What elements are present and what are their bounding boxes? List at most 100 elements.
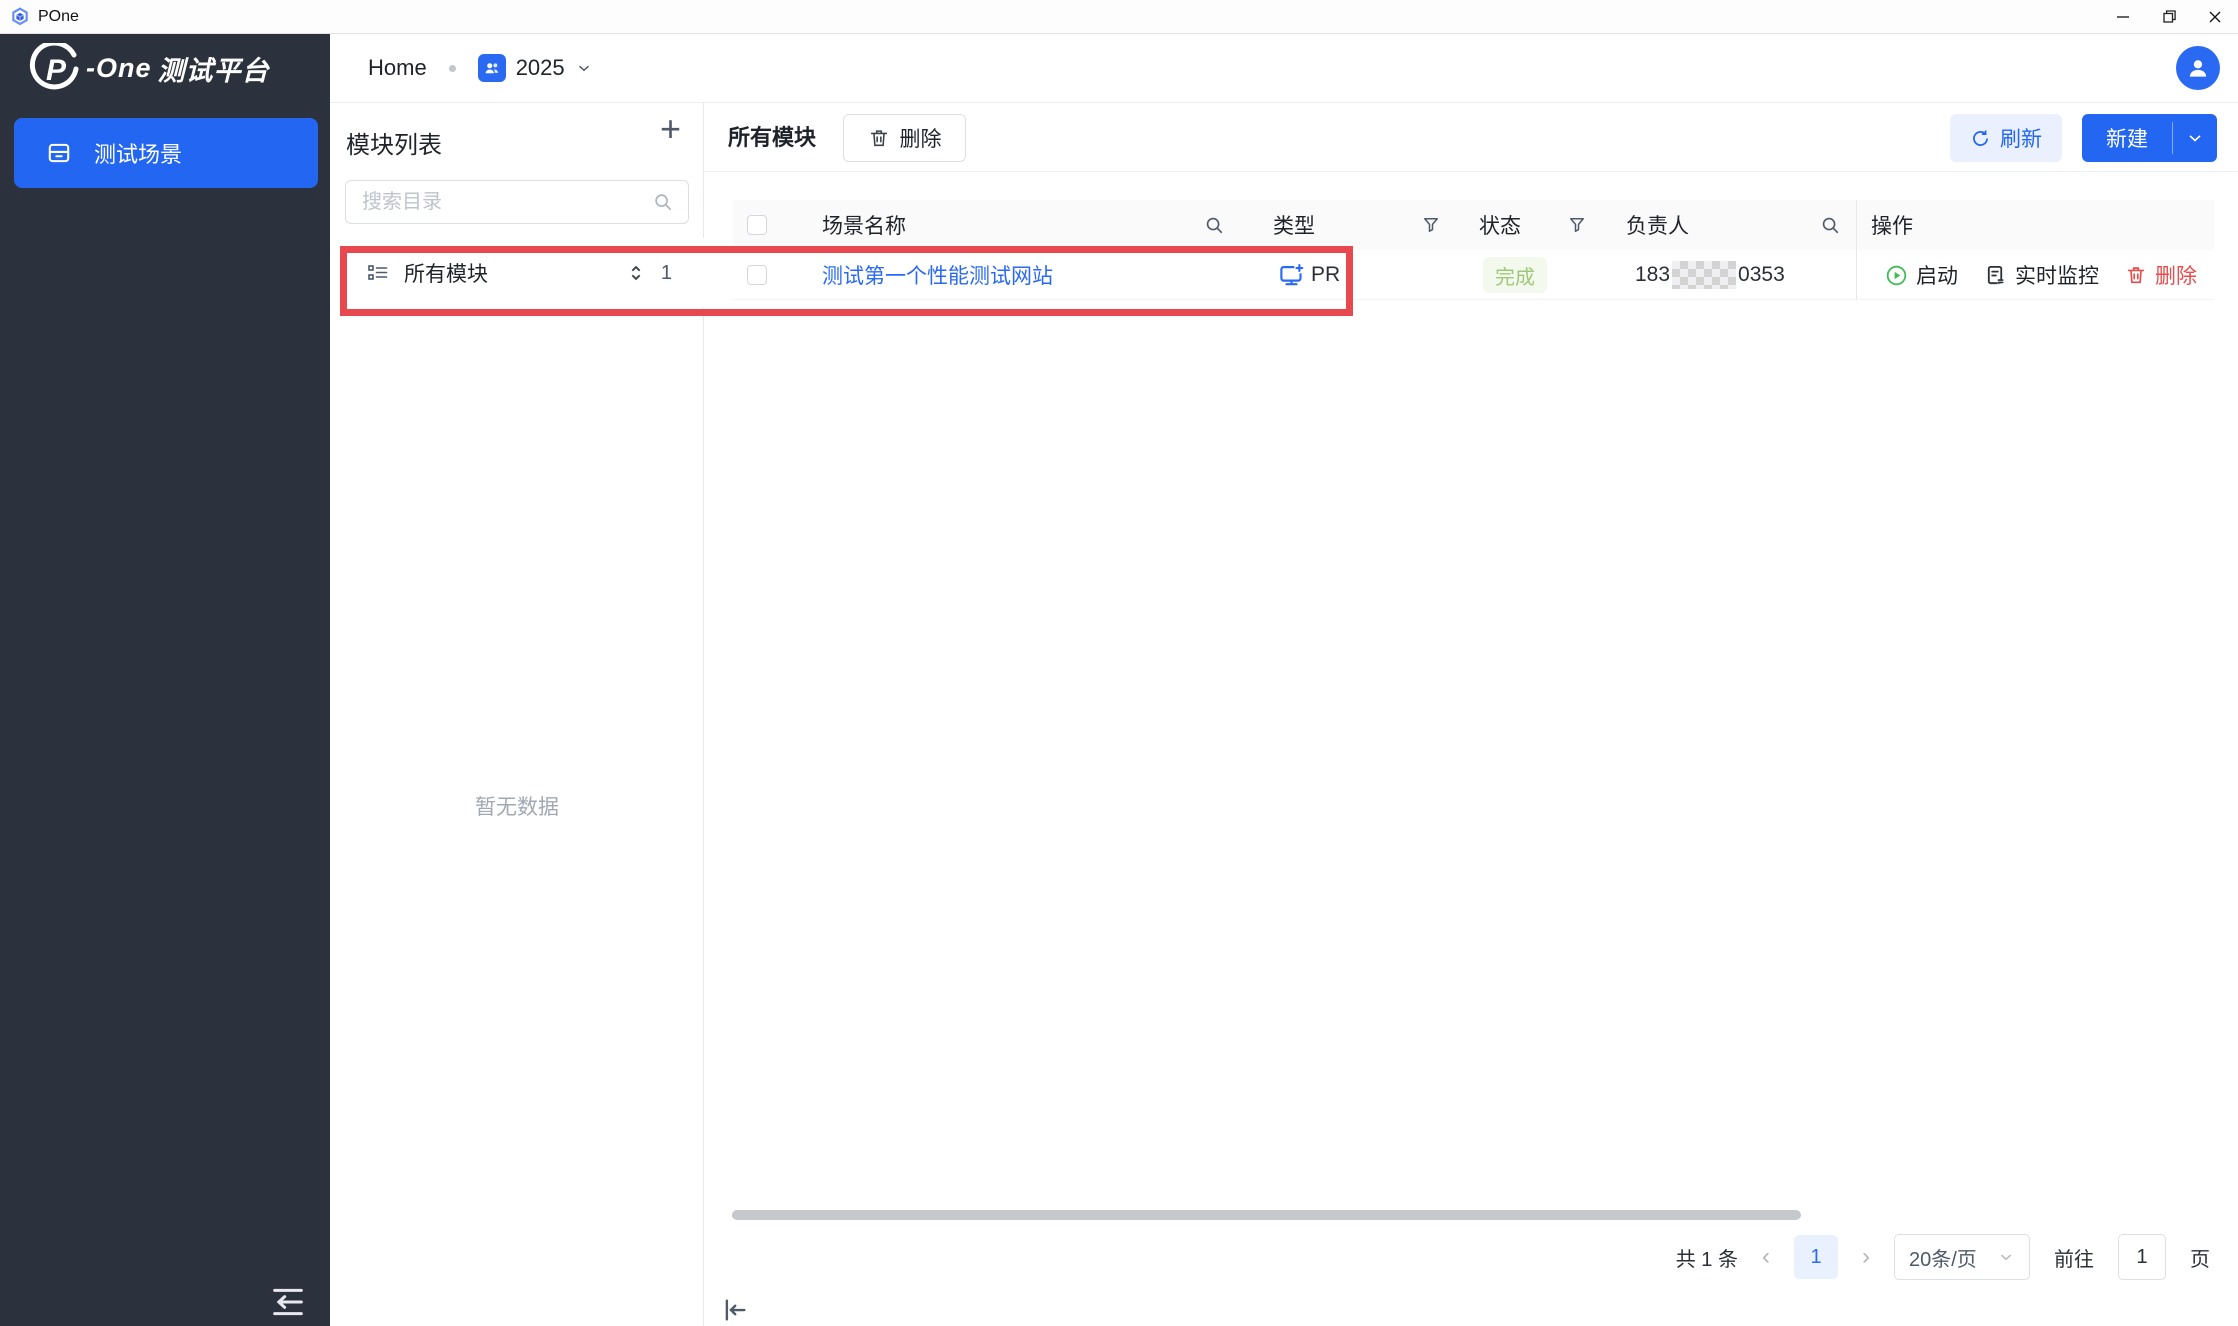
create-dropdown-button[interactable] (2173, 114, 2217, 162)
page-size-select[interactable]: 20条/页 (1894, 1234, 2030, 1280)
goto-label: 前往 (2054, 1243, 2094, 1272)
module-search-input[interactable] (362, 191, 652, 214)
goto-page-input[interactable] (2118, 1234, 2166, 1280)
sidebar-item-test-scene[interactable]: 测试场景 (14, 118, 318, 188)
app-logo-icon (10, 7, 30, 27)
column-header-name: 场景名称 (822, 200, 906, 250)
refresh-label: 刷新 (2000, 123, 2042, 153)
toolbar: 所有模块 删除 刷新 新建 (704, 103, 2238, 172)
prev-page-button[interactable]: ‹ (1762, 1245, 1770, 1269)
fixed-column-divider (1856, 200, 1857, 300)
search-icon[interactable] (652, 191, 674, 213)
restore-icon (2161, 8, 2178, 25)
minimize-icon (2115, 9, 2131, 25)
column-header-type: 类型 (1273, 200, 1315, 250)
monitor-file-icon (1984, 264, 2007, 287)
empty-data-text: 暂无数据 (330, 791, 704, 821)
scene-name-link[interactable]: 测试第一个性能测试网站 (822, 250, 1053, 300)
brand-suffix: 测试平台 (158, 49, 270, 88)
column-header-actions: 操作 (1871, 200, 1913, 250)
next-page-button[interactable]: › (1862, 1245, 1870, 1269)
archive-box-icon (46, 140, 72, 166)
module-list-icon (366, 261, 390, 285)
chevron-down-icon[interactable] (575, 59, 593, 77)
app-window: POne P -One 测试平台 (0, 0, 2238, 1326)
delete-selected-button[interactable]: 删除 (843, 114, 966, 162)
start-action-label: 启动 (1916, 260, 1958, 290)
column-header-status: 状态 (1479, 200, 1521, 250)
title-bar: POne (0, 0, 2238, 34)
pagination: 共 1 条 ‹ 1 › 20条/页 前往 页 (1676, 1233, 2210, 1281)
start-action[interactable]: 启动 (1885, 260, 1958, 290)
restore-button[interactable] (2146, 0, 2192, 33)
module-item-count: 1 (661, 262, 672, 285)
search-icon[interactable] (1203, 200, 1225, 250)
minimize-button[interactable] (2100, 0, 2146, 33)
row-checkbox[interactable] (747, 265, 767, 285)
add-module-button[interactable]: + (660, 111, 681, 147)
owner-phone: 183 0353 (1635, 250, 1785, 300)
owner-phone-prefix: 183 (1635, 263, 1670, 287)
module-item-all[interactable]: 所有模块 1 (330, 238, 704, 308)
monitor-action-label: 实时监控 (2015, 260, 2099, 290)
filter-icon[interactable] (1421, 200, 1441, 250)
create-button-group: 新建 (2082, 114, 2217, 162)
user-avatar[interactable] (2176, 46, 2220, 90)
module-item-label: 所有模块 (404, 258, 488, 288)
owner-phone-redacted (1672, 261, 1736, 289)
person-icon (2185, 55, 2211, 81)
monitor-action[interactable]: 实时监控 (1984, 260, 2099, 290)
row-actions: 启动 实时监控 (1885, 250, 2197, 300)
workspace-icon (478, 54, 506, 82)
trash-icon (868, 127, 890, 149)
play-circle-icon (1885, 264, 1908, 287)
sort-icon[interactable] (625, 262, 647, 284)
brand-mark-icon: P (28, 43, 80, 95)
panel-collapse-icon[interactable] (720, 1295, 750, 1325)
main-content: 所有模块 删除 刷新 新建 (704, 103, 2238, 1326)
breadcrumb: Home 2025 (368, 54, 593, 82)
module-panel-title: 模块列表 (346, 125, 442, 160)
breadcrumb-home[interactable]: Home (368, 55, 427, 81)
scene-type-value: PR (1311, 250, 1340, 300)
breadcrumb-separator (449, 65, 456, 72)
top-header: Home 2025 (330, 34, 2238, 103)
svg-text:P: P (46, 54, 67, 87)
close-button[interactable] (2192, 0, 2238, 33)
trash-icon (2125, 264, 2147, 286)
module-search-box (345, 180, 689, 224)
chevron-down-icon (1997, 1248, 2015, 1266)
module-panel: 模块列表 + 所有模块 1 暂无数据 (330, 103, 704, 1326)
pagination-total: 共 1 条 (1676, 1243, 1738, 1272)
brand-logo: P -One 测试平台 (0, 34, 330, 103)
team-icon (483, 59, 501, 77)
delete-selected-label: 删除 (900, 123, 942, 153)
window-title: POne (38, 8, 79, 26)
delete-action-label: 删除 (2155, 260, 2197, 290)
sidebar-collapse-icon[interactable] (268, 1282, 308, 1322)
page-size-value: 20条/页 (1909, 1243, 1977, 1272)
create-button[interactable]: 新建 (2082, 114, 2172, 162)
filter-icon[interactable] (1567, 200, 1587, 250)
search-icon[interactable] (1819, 200, 1841, 250)
delete-action[interactable]: 删除 (2125, 260, 2197, 290)
sidebar-item-label: 测试场景 (94, 137, 182, 169)
sidebar: P -One 测试平台 测试场景 (0, 34, 330, 1326)
close-icon (2207, 9, 2223, 25)
column-header-owner: 负责人 (1626, 200, 1689, 250)
status-badge: 完成 (1483, 257, 1547, 293)
horizontal-scrollbar[interactable] (732, 1210, 1801, 1220)
refresh-button[interactable]: 刷新 (1950, 114, 2062, 162)
section-title: 所有模块 (728, 103, 816, 172)
workspace-name[interactable]: 2025 (516, 55, 565, 81)
brand-name: -One (86, 53, 152, 84)
owner-phone-suffix: 0353 (1738, 263, 1785, 287)
table-header-row: 场景名称 类型 状态 负责人 操作 (733, 200, 2214, 250)
screen-type-icon (1278, 250, 1305, 300)
refresh-icon (1970, 128, 1991, 149)
chevron-down-icon (2185, 128, 2205, 148)
select-all-checkbox[interactable] (747, 215, 767, 235)
page-unit-label: 页 (2190, 1243, 2210, 1272)
page-number-button[interactable]: 1 (1794, 1235, 1838, 1279)
table-row: 测试第一个性能测试网站 PR 完成 183 0353 (733, 250, 2214, 300)
